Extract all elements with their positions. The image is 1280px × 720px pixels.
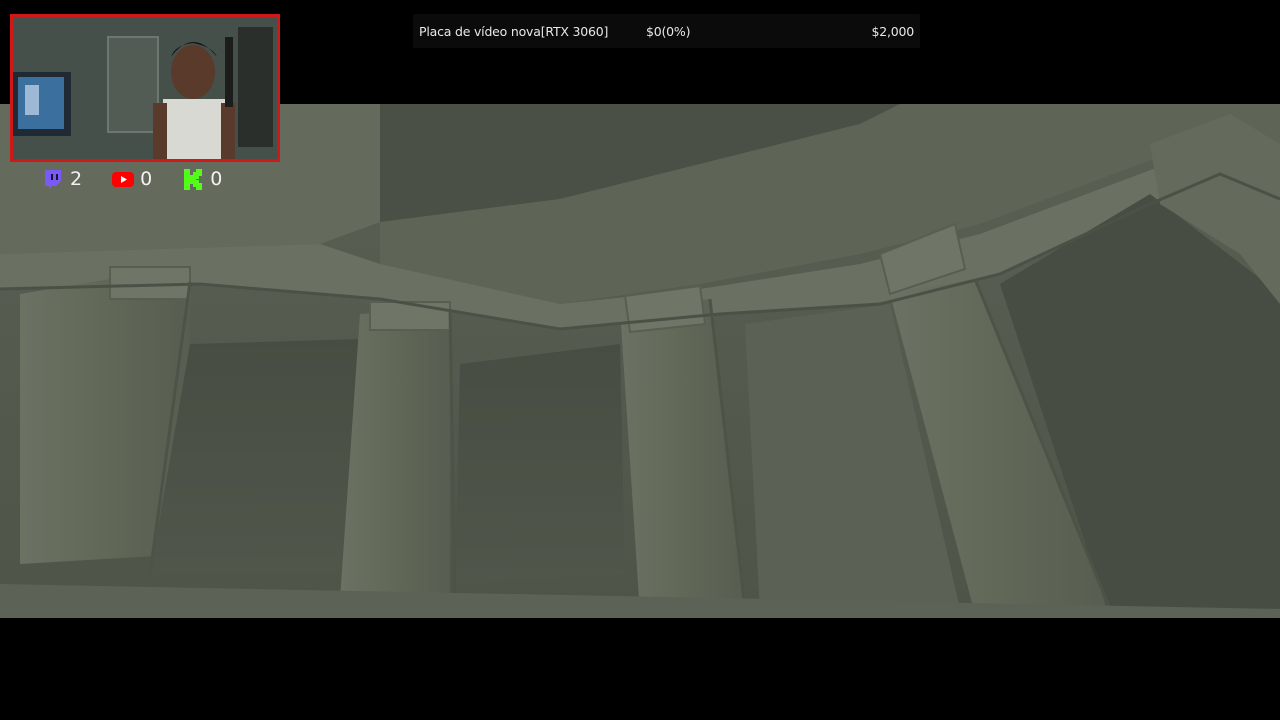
webcam-feed xyxy=(10,14,280,162)
twitch-viewer-count: 2 xyxy=(70,168,83,190)
viewer-count-youtube: 0 xyxy=(112,168,152,190)
donation-goal-bar: Placa de vídeo nova[RTX 3060] $0(0%) $2,… xyxy=(413,14,920,48)
goal-title: Placa de vídeo nova[RTX 3060] xyxy=(419,24,609,39)
goal-target: $2,000 xyxy=(871,24,914,39)
kick-viewer-count: 0 xyxy=(210,168,223,190)
viewer-count-kick: 0 xyxy=(182,168,222,190)
webcam-image xyxy=(13,17,277,159)
kick-icon xyxy=(182,168,204,190)
viewer-count-twitch: 2 xyxy=(42,168,82,190)
youtube-viewer-count: 0 xyxy=(140,168,153,190)
twitch-icon xyxy=(42,168,64,190)
goal-progress: $0(0%) xyxy=(646,24,691,39)
youtube-icon xyxy=(112,168,135,190)
stream-screen: Placa de vídeo nova[RTX 3060] $0(0%) $2,… xyxy=(0,0,1280,720)
viewer-counts: 2 0 0 xyxy=(42,166,252,192)
